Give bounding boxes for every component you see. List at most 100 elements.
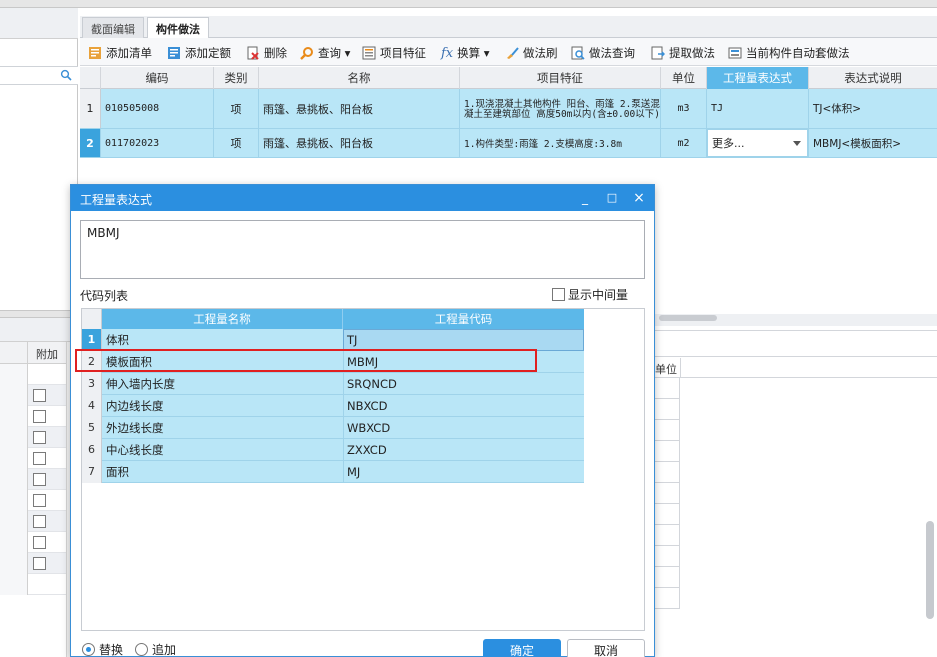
col-expression[interactable]: 工程量表达式 bbox=[707, 67, 809, 89]
list-item[interactable]: 5 外边线长度 WBXCD bbox=[82, 417, 584, 439]
expression-dropdown[interactable]: 更多... bbox=[707, 129, 808, 157]
col-type[interactable]: 类别 bbox=[214, 67, 259, 89]
quantity-code[interactable]: MJ bbox=[347, 461, 360, 483]
method-query-label: 做法查询 bbox=[589, 46, 635, 60]
table-row bbox=[655, 378, 680, 399]
attach-checkbox[interactable] bbox=[33, 536, 46, 549]
feature-text: 1.构件类型:雨篷 2.支模高度:3.8m bbox=[464, 138, 622, 150]
attach-checkbox[interactable] bbox=[33, 452, 46, 465]
row-header bbox=[0, 448, 28, 469]
attach-checkbox[interactable] bbox=[33, 389, 46, 402]
dialog-title: 工程量表达式 bbox=[80, 193, 153, 207]
attach-checkbox[interactable] bbox=[33, 410, 46, 423]
table-row bbox=[0, 532, 66, 553]
quantity-code[interactable]: MBMJ bbox=[347, 351, 378, 373]
list-item[interactable]: 7 面积 MJ bbox=[82, 461, 584, 483]
lower-scrollbar[interactable] bbox=[926, 521, 934, 619]
dialog-footer: 替换 追加 确定 取消 bbox=[71, 637, 654, 657]
quantity-code[interactable]: ZXXCD bbox=[347, 439, 387, 461]
list-item[interactable]: 1 体积 TJ bbox=[82, 329, 584, 351]
extract-method-button[interactable]: 提取做法 bbox=[651, 45, 715, 61]
row-number: 5 bbox=[82, 417, 102, 439]
left-search-input[interactable] bbox=[0, 66, 78, 85]
convert-button[interactable]: fx 换算 ▾ bbox=[441, 45, 490, 61]
replace-radio[interactable]: 替换 bbox=[82, 641, 123, 657]
tab-section-edit[interactable]: 截面编辑 bbox=[82, 17, 144, 38]
list-item[interactable]: 4 内边线长度 NBXCD bbox=[82, 395, 584, 417]
cell-expr-desc[interactable]: TJ<体积> bbox=[809, 89, 937, 128]
left-panel-header bbox=[0, 8, 78, 39]
table-row[interactable]: 1 010505008 项 雨篷、悬挑板、阳台板 1.现浇混凝土其他构件 阳台、… bbox=[80, 89, 937, 129]
tab-component-method[interactable]: 构件做法 bbox=[147, 17, 209, 38]
col-expr-desc[interactable]: 表达式说明 bbox=[809, 67, 937, 89]
list-item[interactable]: 2 模板面积 MBMJ bbox=[82, 351, 584, 373]
quantity-name[interactable]: 体积 bbox=[106, 329, 129, 351]
cell-type[interactable]: 项 bbox=[214, 89, 259, 128]
list-item[interactable]: 6 中心线长度 ZXXCD bbox=[82, 439, 584, 461]
quantity-name[interactable]: 外边线长度 bbox=[106, 417, 164, 439]
attach-checkbox[interactable] bbox=[33, 431, 46, 444]
cell-expr-desc[interactable]: MBMJ<模板面积> bbox=[809, 129, 937, 157]
quantity-code[interactable]: NBXCD bbox=[347, 395, 387, 417]
radio-checked-icon[interactable] bbox=[82, 643, 95, 656]
lower-splitter[interactable] bbox=[655, 314, 937, 326]
quantity-code[interactable]: WBXCD bbox=[347, 417, 390, 439]
quantity-name[interactable]: 中心线长度 bbox=[106, 439, 164, 461]
cell-expression-dropdown[interactable]: 更多... bbox=[707, 129, 809, 157]
col-unit[interactable]: 单位 bbox=[661, 67, 707, 89]
splitter-thumb[interactable] bbox=[659, 315, 717, 321]
add-list-button[interactable]: 添加清单 bbox=[88, 45, 152, 61]
query-button[interactable]: 查询 ▾ bbox=[300, 45, 350, 61]
quantity-name[interactable]: 面积 bbox=[106, 461, 129, 483]
show-intermediate-checkbox[interactable]: 显示中间量 bbox=[552, 286, 628, 303]
maximize-icon[interactable]: □ bbox=[603, 189, 621, 207]
list-item[interactable]: 3 伸入墙内长度 SRQNCD bbox=[82, 373, 584, 395]
cell-feature[interactable]: 1.现浇混凝土其他构件 阳台、雨篷 2.泵送混凝土至建筑部位 高度50m以内(含… bbox=[460, 89, 661, 128]
code-table-rows: 1 体积 TJ 2 模板面积 MBMJ 3 伸入墙内长度 SRQNCD 4 内边线长度 NBXCD 5 外… bbox=[82, 329, 584, 483]
cell-expression[interactable]: TJ bbox=[707, 89, 809, 128]
table-row bbox=[0, 448, 66, 469]
quantity-code[interactable]: TJ bbox=[347, 329, 357, 351]
dialog-titlebar[interactable]: 工程量表达式 _ □ × bbox=[71, 185, 654, 211]
cell-type[interactable]: 项 bbox=[214, 129, 259, 157]
auto-method-button[interactable]: 当前构件自动套做法 bbox=[728, 45, 850, 61]
quantity-name[interactable]: 内边线长度 bbox=[106, 395, 164, 417]
close-icon[interactable]: × bbox=[630, 189, 648, 207]
cell-code[interactable]: 010505008 bbox=[101, 89, 214, 128]
col-name[interactable]: 名称 bbox=[259, 67, 460, 89]
attach-checkbox[interactable] bbox=[33, 557, 46, 570]
attach-checkbox[interactable] bbox=[33, 494, 46, 507]
col-code[interactable]: 编码 bbox=[101, 67, 214, 89]
delete-button[interactable]: 删除 bbox=[246, 45, 287, 61]
item-feature-button[interactable]: 项目特征 bbox=[362, 45, 426, 61]
table-row[interactable]: 2 011702023 项 雨篷、悬挑板、阳台板 1.构件类型:雨篷 2.支模高… bbox=[80, 129, 937, 158]
method-query-button[interactable]: 做法查询 bbox=[571, 45, 635, 61]
cell-unit[interactable]: m3 bbox=[661, 89, 707, 128]
append-radio[interactable]: 追加 bbox=[135, 641, 176, 657]
left-splitter[interactable] bbox=[0, 310, 78, 318]
cell-name[interactable]: 雨篷、悬挑板、阳台板 bbox=[259, 129, 460, 157]
attach-checkbox[interactable] bbox=[33, 515, 46, 528]
cell-name[interactable]: 雨篷、悬挑板、阳台板 bbox=[259, 89, 460, 128]
radio-unchecked-icon[interactable] bbox=[135, 643, 148, 656]
method-brush-button[interactable]: 做法刷 bbox=[505, 45, 558, 61]
ok-button[interactable]: 确定 bbox=[483, 639, 561, 657]
add-quota-button[interactable]: 添加定额 bbox=[167, 45, 231, 61]
col-feature[interactable]: 项目特征 bbox=[460, 67, 661, 89]
left-subheader bbox=[0, 318, 78, 342]
quantity-name[interactable]: 模板面积 bbox=[106, 351, 152, 373]
checkbox-icon[interactable] bbox=[552, 288, 565, 301]
quantity-name[interactable]: 伸入墙内长度 bbox=[106, 373, 175, 395]
chevron-down-icon[interactable] bbox=[793, 141, 801, 146]
expression-input[interactable]: MBMJ bbox=[80, 220, 645, 279]
col-quantity-name[interactable]: 工程量名称 bbox=[102, 309, 343, 329]
cell-code[interactable]: 011702023 bbox=[101, 129, 214, 157]
cancel-button[interactable]: 取消 bbox=[567, 639, 645, 657]
attach-checkbox[interactable] bbox=[33, 473, 46, 486]
minimize-icon[interactable]: _ bbox=[576, 189, 594, 207]
col-quantity-code[interactable]: 工程量代码 bbox=[343, 309, 584, 329]
cell-unit[interactable]: m2 bbox=[661, 129, 707, 157]
cell-feature[interactable]: 1.构件类型:雨篷 2.支模高度:3.8m bbox=[460, 129, 661, 157]
search-icon[interactable] bbox=[60, 69, 72, 81]
quantity-code[interactable]: SRQNCD bbox=[347, 373, 397, 395]
